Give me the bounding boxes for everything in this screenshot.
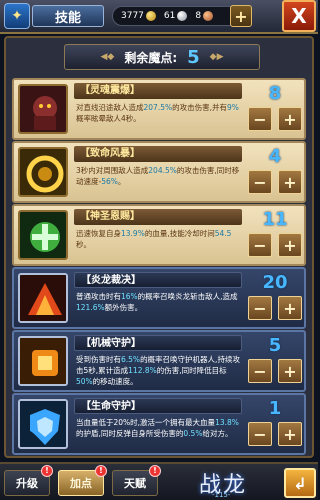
skill-description: 对直线沿途敌人造成207.5%的攻击伤害,并有9%概率眩晕敌人4秒。 <box>76 103 239 123</box>
decrease-button[interactable]: − <box>248 233 272 257</box>
skill-book-icon: ✦ <box>4 3 30 29</box>
level-control: 1 − + <box>246 398 304 450</box>
skill-name: 【生命守护】 <box>74 398 242 414</box>
silver-coin-icon <box>177 11 188 21</box>
copper-amount: 8 <box>195 11 202 21</box>
skill-row: 【灵魂震爆】对直线沿途敌人造成207.5%的攻击伤害,并有9%概率眩晕敌人4秒。… <box>12 78 306 140</box>
flame-dragon-icon <box>18 273 68 323</box>
gold-coin-icon <box>145 11 156 21</box>
level-control: 8 − + <box>246 83 304 135</box>
tab-talent-label: 天赋 <box>124 477 146 490</box>
increase-button[interactable]: + <box>278 422 302 446</box>
silver-amount: 61 <box>163 11 176 21</box>
skill-description: 3秒内对周围敌人造成204.5%的攻击伤害,同时移动速度-56%。 <box>76 166 240 186</box>
level-control: 20 − + <box>246 272 304 324</box>
bottom-nav: 升级 ! 加点 ! 天赋 ! 战龙 -115- ↲ <box>0 462 318 500</box>
skill-level: 20 <box>262 272 288 293</box>
skill-row: 【机械守护】受到伤害时有6.5%的概率召唤守护机器人,持续攻击5秒,累计造成11… <box>12 330 306 392</box>
ornament-right-icon: ◆▶ <box>209 52 224 62</box>
decrease-button[interactable]: − <box>248 170 272 194</box>
skill-level: 1 <box>268 398 282 419</box>
level-control: 5 − + <box>246 335 304 387</box>
life-guard-icon <box>18 399 68 449</box>
increase-button[interactable]: + <box>278 233 302 257</box>
tab-talent[interactable]: 天赋 ! <box>112 465 161 496</box>
increase-button[interactable]: + <box>278 359 302 383</box>
skill-description: 迅速恢复自身13.9%的血量,技能冷却时间54.5秒。 <box>76 229 232 249</box>
skill-level: 8 <box>268 83 282 104</box>
skill-level: 11 <box>262 209 288 230</box>
skill-panel: ◀◆ 剩余魔点: 5 ◆▶ 【灵魂震爆】对直线沿途敌人造成207.5%的攻击伤害… <box>4 36 314 458</box>
skill-name: 【炎龙裁决】 <box>74 272 242 288</box>
skill-row: 【炎龙裁决】普通攻击时有16%的概率召唤炎龙斩击敌人,造成121.6%额外伤害。… <box>12 267 306 329</box>
points-value: 5 <box>187 46 200 68</box>
skill-level: 5 <box>268 335 282 356</box>
notification-badge: ! <box>41 465 53 477</box>
remaining-points: ◀◆ 剩余魔点: 5 ◆▶ <box>64 44 260 70</box>
skill-description: 当血量低于20%时,激活一个拥有最大血量13.8%的护盾,同时反弹自身所受伤害的… <box>76 418 239 438</box>
skill-description: 普通攻击时有16%的概率召唤炎龙斩击敌人,造成121.6%额外伤害。 <box>76 292 238 312</box>
return-button[interactable]: ↲ <box>284 468 316 498</box>
page-title: 技能 <box>32 5 104 27</box>
decrease-button[interactable]: − <box>248 359 272 383</box>
logo-subtitle: -115- <box>212 491 231 499</box>
mech-guard-icon <box>18 336 68 386</box>
skill-row: 【致命风暴】 3秒内对周围敌人造成204.5%的攻击伤害,同时移动速度-56%。 4… <box>12 141 306 203</box>
ornament-left-icon: ◀◆ <box>100 52 115 62</box>
tab-points[interactable]: 加点 ! <box>58 465 107 496</box>
add-currency-button[interactable]: + <box>230 5 252 27</box>
skill-row: 【神圣恩赐】迅速恢复自身13.9%的血量,技能冷却时间54.5秒。 11 − + <box>12 204 306 266</box>
divine-grace-icon <box>18 210 68 260</box>
level-control: 4 − + <box>246 146 304 198</box>
tab-points-label: 加点 <box>70 477 92 490</box>
skill-name: 【灵魂震爆】 <box>74 83 242 99</box>
skill-row: 【生命守护】当血量低于20%时,激活一个拥有最大血量13.8%的护盾,同时反弹自… <box>12 393 306 455</box>
level-control: 11 − + <box>246 209 304 261</box>
gold-amount: 3777 <box>121 11 144 21</box>
increase-button[interactable]: + <box>278 296 302 320</box>
currency-bar: 3777 61 8 <box>112 6 244 26</box>
top-bar: ✦ 技能 3777 61 8 + X <box>0 0 318 34</box>
points-label: 剩余魔点: <box>124 50 178 65</box>
decrease-button[interactable]: − <box>248 107 272 131</box>
soul-shock-icon <box>18 84 68 134</box>
close-button[interactable]: X <box>282 0 316 32</box>
decrease-button[interactable]: − <box>248 296 272 320</box>
increase-button[interactable]: + <box>278 170 302 194</box>
skill-name: 【致命风暴】 <box>74 146 242 162</box>
skill-name: 【机械守护】 <box>74 335 242 351</box>
skill-name: 【神圣恩赐】 <box>74 209 242 225</box>
decrease-button[interactable]: − <box>248 422 272 446</box>
increase-button[interactable]: + <box>278 107 302 131</box>
notification-badge: ! <box>149 465 161 477</box>
deadly-storm-icon <box>18 147 68 197</box>
copper-coin-icon <box>203 11 214 21</box>
skill-description: 受到伤害时有6.5%的概率召唤守护机器人,持续攻击5秒,累计造成112.8%的伤… <box>76 355 240 386</box>
tab-upgrade-label: 升级 <box>16 477 38 490</box>
notification-badge: ! <box>95 465 107 477</box>
tab-upgrade[interactable]: 升级 ! <box>4 465 53 496</box>
skill-level: 4 <box>268 146 282 167</box>
